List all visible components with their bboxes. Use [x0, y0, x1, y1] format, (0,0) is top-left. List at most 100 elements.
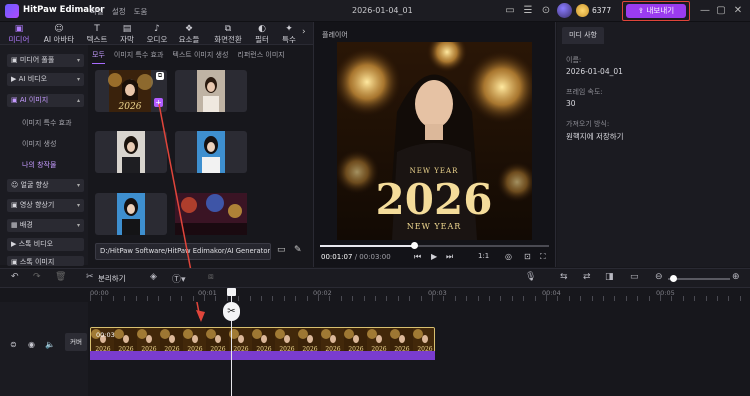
link-icon[interactable]: ⇆: [560, 272, 568, 282]
sidebar-item-stock-video[interactable]: ▶ 스톡 비디오: [7, 238, 84, 251]
close-icon[interactable]: ✕: [731, 4, 745, 18]
edit-icon[interactable]: ✎: [294, 245, 302, 255]
ai-avatar-icon: ☺: [54, 24, 64, 34]
layout-icon[interactable]: ▭: [503, 4, 517, 18]
prev-frame-icon[interactable]: ⏮: [414, 252, 421, 262]
subtab-text-to-image[interactable]: 텍스트 이미지 생성: [172, 50, 228, 64]
snap-icon[interactable]: ⇄: [583, 272, 591, 282]
tab-ai-avatar[interactable]: ☺ AI 아바타: [40, 24, 78, 44]
ruler-tick: [363, 296, 365, 301]
export-button[interactable]: ⇪ 내보내기: [626, 4, 686, 18]
minimize-icon[interactable]: —: [698, 4, 712, 18]
fullscreen-icon[interactable]: ⛶: [540, 252, 546, 262]
subtab-reference-image[interactable]: 리퍼런스 이미지: [237, 50, 284, 64]
sidebar-subitem-image-effect[interactable]: 이미지 특수 효과: [22, 118, 72, 128]
folder-icon[interactable]: ▭: [277, 245, 286, 255]
text-tool-icon[interactable]: Ⓣ▾: [172, 272, 186, 285]
sidebar-item-stock-image[interactable]: ▣ 스톡 이미지: [7, 256, 84, 266]
copy-icon[interactable]: ⧉: [156, 72, 164, 80]
tab-elements[interactable]: ❖ 요소들: [174, 24, 204, 44]
ruler-tick: [511, 296, 513, 301]
tab-audio[interactable]: ♪ 오디오: [142, 24, 172, 44]
clip-duration: 00:03: [96, 331, 115, 339]
preview-video[interactable]: NEW YEAR 2026 NEW YEAR: [337, 42, 532, 240]
ruler-tick: [625, 296, 627, 301]
microphone-icon[interactable]: 🎙: [525, 272, 536, 282]
ruler-tick: [261, 296, 262, 301]
next-frame-icon[interactable]: ⏭: [446, 252, 453, 262]
sidebar-item-ai-video[interactable]: ▶ AI 비디오 ▾: [7, 73, 84, 86]
mask-icon[interactable]: ◈: [150, 272, 157, 282]
timecode: 00:01:07 / 00:03:00: [321, 253, 391, 261]
sidebar-item-face-enhance[interactable]: ☺ 얼굴 향상 ▾: [7, 179, 84, 192]
playhead-handle[interactable]: [227, 288, 236, 296]
properties-panel: [557, 22, 750, 267]
delete-icon[interactable]: 🗑: [55, 272, 66, 282]
ruler-tick: [283, 296, 285, 301]
ripple-icon[interactable]: ▭: [630, 272, 639, 282]
tab-text[interactable]: T 텍스트: [82, 24, 112, 44]
chevron-right-icon[interactable]: ›: [302, 27, 306, 37]
ruler-tick: [648, 296, 650, 301]
tab-media[interactable]: ▣ 미디어: [4, 24, 34, 44]
scrubber-knob[interactable]: [411, 242, 418, 249]
fit-screen-icon[interactable]: ⊡: [524, 252, 531, 261]
ruler-tick: [546, 294, 547, 301]
ruler-tick: [580, 296, 582, 301]
mute-icon[interactable]: 🔈: [45, 340, 55, 349]
tab-properties[interactable]: 미디 사항: [562, 27, 604, 44]
cover-button[interactable]: 커버: [65, 333, 87, 351]
zoom-slider-knob[interactable]: [670, 275, 677, 282]
subtab-all[interactable]: 모두: [92, 50, 105, 64]
sidebar-item-media-pool[interactable]: ▣ 미디어 풀풀 ▾: [7, 54, 84, 67]
maximize-icon[interactable]: ▢: [714, 4, 728, 18]
redo-icon[interactable]: ↷: [33, 272, 41, 282]
menu-help[interactable]: 도움: [134, 6, 148, 17]
project-title: 2026-01-04_01: [352, 6, 413, 15]
subtab-image-effect[interactable]: 이미지 특수 효과: [114, 50, 164, 64]
ruler-tick: [466, 296, 468, 301]
list-icon[interactable]: ☰: [521, 4, 535, 18]
lock-icon[interactable]: ⊜: [10, 340, 17, 349]
ruler-label-0: 00:00: [90, 289, 109, 297]
menu-settings[interactable]: 설정: [112, 6, 126, 17]
tab-subtitle[interactable]: ▤ 자막: [112, 24, 142, 44]
audio-icon: ♪: [154, 24, 160, 34]
scissors-icon[interactable]: ✂: [223, 302, 240, 321]
aspect-ratio-select[interactable]: 1:1: [478, 252, 489, 260]
ruler-tick: [272, 296, 274, 301]
play-icon[interactable]: ▶: [431, 252, 437, 261]
sidebar-subitem-my-creations[interactable]: 나의 창작물: [22, 160, 56, 170]
tab-transition[interactable]: ⧉ 화면전환: [209, 24, 247, 44]
ruler-tick: [306, 296, 308, 301]
name-value: 2026-01-04_01: [566, 67, 623, 76]
ruler-tick: [318, 294, 319, 301]
zoom-in-icon[interactable]: ⊕: [732, 272, 740, 282]
marker-icon[interactable]: ◨: [605, 272, 614, 282]
transition-icon: ⧉: [224, 24, 232, 34]
tab-effects[interactable]: ✦ 특수: [274, 24, 304, 44]
ruler-tick: [249, 296, 251, 301]
zoom-out-icon[interactable]: ⊖: [655, 272, 663, 282]
tab-filter[interactable]: ◐ 필터: [247, 24, 277, 44]
timeline-ruler[interactable]: [88, 288, 750, 302]
snapshot-icon[interactable]: ◎: [505, 252, 512, 261]
ruler-tick: [352, 296, 354, 301]
chevron-down-icon: ▾: [76, 222, 80, 229]
ruler-tick: [660, 294, 661, 301]
download-icon[interactable]: ⊙: [539, 4, 553, 18]
sidebar-subitem-image-generate[interactable]: 이미지 생성: [22, 139, 56, 149]
crop-icon[interactable]: ⧈: [208, 272, 214, 282]
zoom-slider[interactable]: [668, 278, 730, 280]
effects-icon: ✦: [285, 24, 293, 34]
sidebar-item-video-enhance[interactable]: ▣ 영상 향상기 ▾: [7, 199, 84, 212]
sidebar-item-background[interactable]: ▦ 배경 ▾: [7, 219, 84, 232]
undo-icon[interactable]: ↶: [11, 272, 19, 282]
sidebar-item-ai-image[interactable]: ▣ AI 이미지 ▴: [7, 94, 84, 107]
split-icon[interactable]: ✂: [86, 272, 94, 282]
visibility-icon[interactable]: ◉: [28, 340, 35, 349]
ruler-tick: [397, 296, 399, 301]
menu-file[interactable]: 파일: [90, 6, 104, 17]
user-avatar[interactable]: [557, 3, 572, 18]
split-label[interactable]: 분리하기: [98, 273, 126, 284]
